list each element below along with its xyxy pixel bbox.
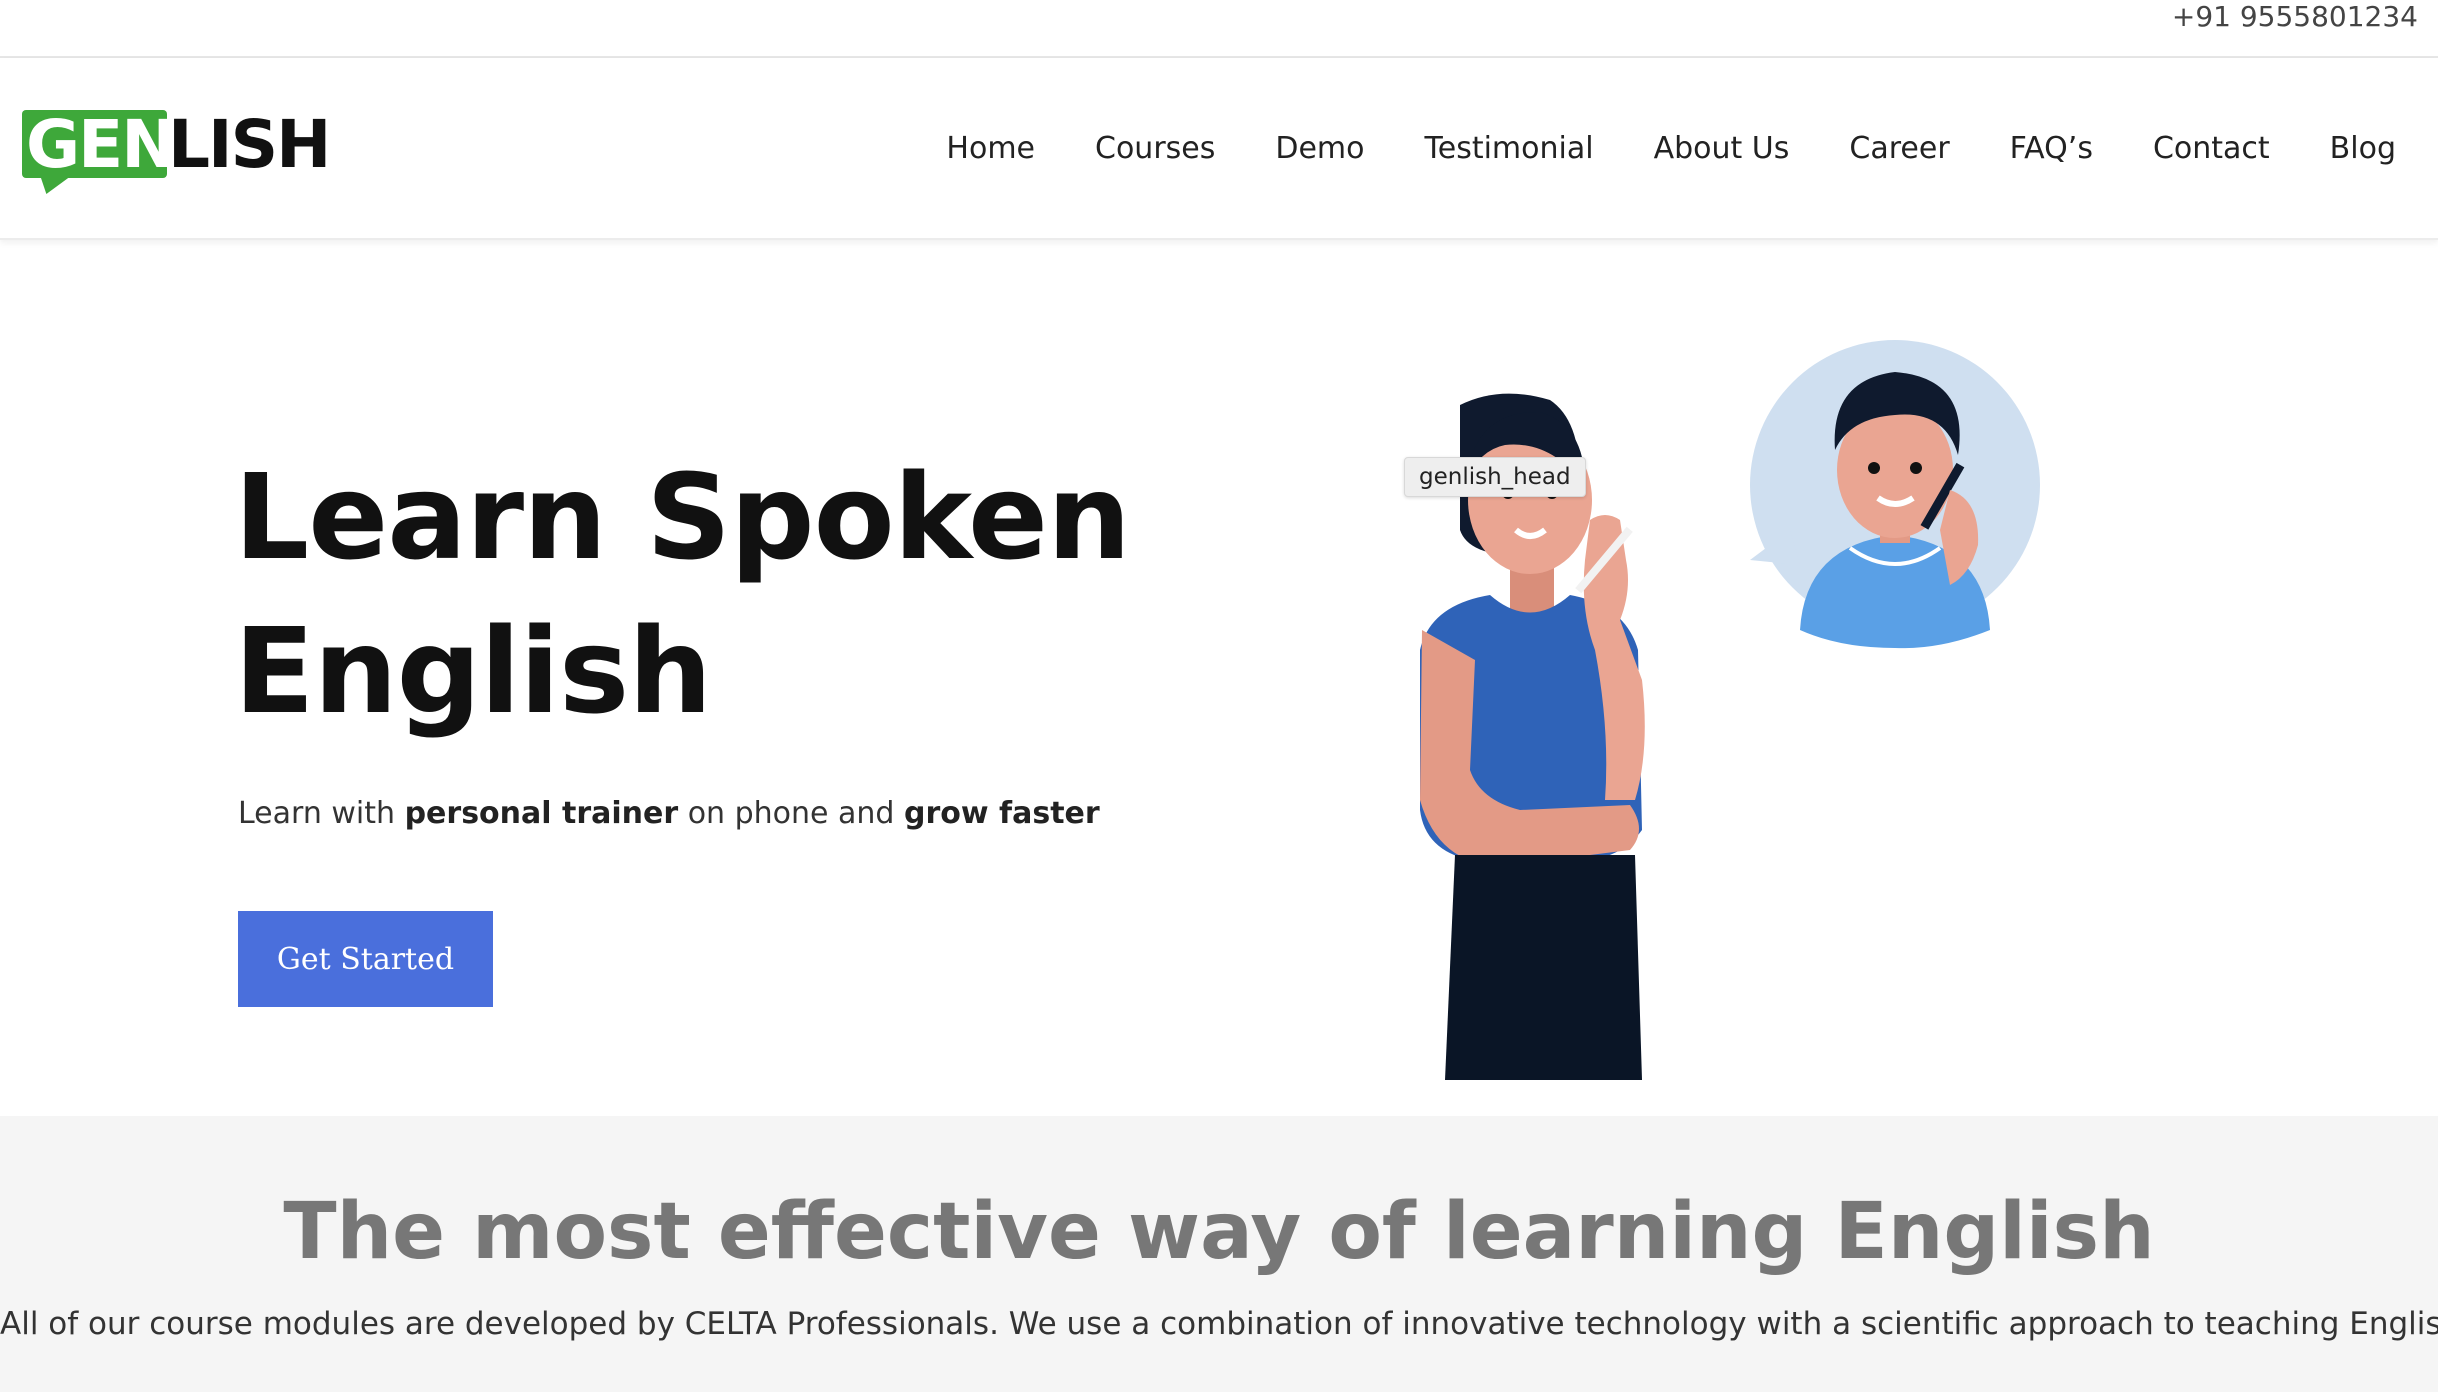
logo-text-lish: LISH: [168, 106, 331, 183]
hero-title-line-2: English: [234, 602, 712, 740]
section-heading: The most effective way of learning Engli…: [283, 1187, 2155, 1277]
nav-testimonial[interactable]: Testimonial: [1425, 131, 1594, 166]
hero-title: Learn Spoken English: [234, 440, 1134, 748]
nav-blog[interactable]: Blog: [2330, 131, 2396, 166]
nav-faqs[interactable]: FAQ’s: [2010, 131, 2093, 166]
nav-demo[interactable]: Demo: [1275, 131, 1364, 166]
image-tooltip: genlish_head: [1404, 457, 1586, 497]
features-section: The most effective way of learning Engli…: [0, 1116, 2438, 1392]
hero-subtitle: Learn with personal trainer on phone and…: [238, 796, 1100, 831]
get-started-button[interactable]: Get Started: [238, 911, 493, 1007]
nav-contact[interactable]: Contact: [2153, 131, 2270, 166]
hero-sub-text-2: on phone and: [678, 796, 904, 831]
hero-sub-text-1: Learn with: [238, 796, 405, 831]
site-header: GEN LISH Home Courses Demo Testimonial A…: [0, 58, 2438, 240]
nav-career[interactable]: Career: [1849, 131, 1949, 166]
main-nav: Home Courses Demo Testimonial About Us C…: [886, 58, 2396, 238]
hero-title-line-1: Learn Spoken: [234, 448, 1131, 586]
hero-sub-bold-2: grow faster: [904, 796, 1100, 831]
nav-home[interactable]: Home: [946, 131, 1035, 166]
nav-courses[interactable]: Courses: [1095, 131, 1215, 166]
hero-sub-bold-1: personal trainer: [404, 796, 679, 831]
nav-about-us[interactable]: About Us: [1654, 131, 1790, 166]
hero-illustration: [1420, 340, 2040, 1080]
genlish-logo[interactable]: GEN LISH: [22, 106, 331, 194]
phone-number[interactable]: +91 9555801234: [2172, 0, 2418, 34]
top-bar: +91 9555801234: [0, 0, 2438, 58]
logo-text-gen: GEN: [26, 106, 176, 183]
section-description: All of our course modules are developed …: [0, 1306, 2438, 1342]
speech-bubble-man: [1750, 340, 2040, 649]
